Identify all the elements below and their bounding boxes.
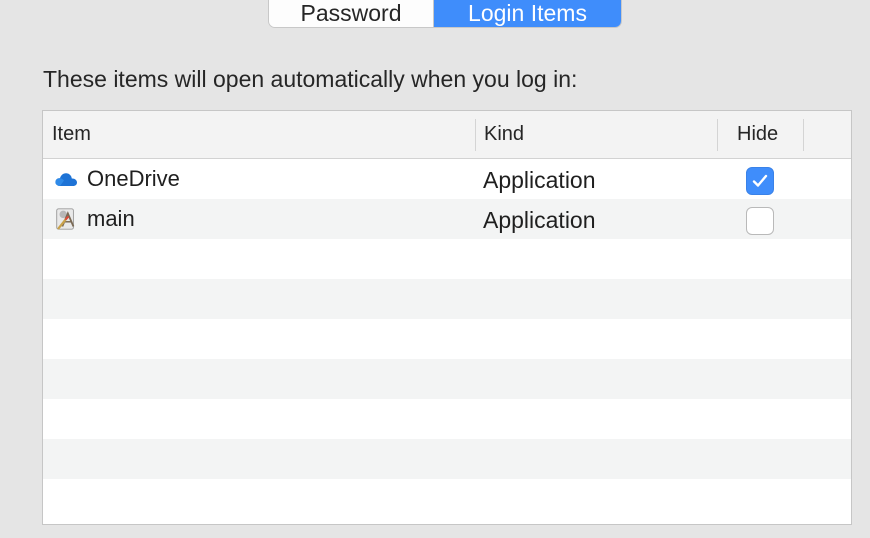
login-items-table[interactable]: Item Kind Hide OneDrive Application main… [42, 110, 852, 525]
empty-row [43, 359, 851, 399]
item-kind: Application [483, 167, 596, 193]
column-divider[interactable] [803, 119, 804, 151]
table-row[interactable]: main Application [43, 199, 851, 239]
item-cell: main [53, 199, 135, 239]
hide-checkbox-cell [746, 207, 774, 235]
tab-login-items[interactable]: Login Items [434, 0, 621, 27]
item-cell: OneDrive [53, 159, 180, 199]
onedrive-cloud-icon [53, 166, 79, 192]
tab-password[interactable]: Password [269, 0, 434, 27]
item-name: OneDrive [87, 166, 180, 191]
login-items-pane: Password Login Items These items will op… [0, 0, 870, 538]
login-items-description: These items will open automatically when… [43, 66, 578, 92]
segmented-tab-control: Password Login Items [269, 0, 621, 27]
script-app-icon [53, 206, 79, 232]
empty-row [43, 239, 851, 279]
table-header: Item Kind Hide [43, 111, 851, 159]
empty-row [43, 479, 851, 519]
empty-row [43, 319, 851, 359]
empty-row [43, 279, 851, 319]
hide-checkbox-cell [746, 167, 774, 195]
table-body: OneDrive Application main Application [43, 159, 851, 519]
empty-row [43, 439, 851, 479]
checkmark-icon [752, 174, 768, 187]
column-divider[interactable] [475, 119, 476, 151]
column-header-item[interactable]: Item [52, 111, 91, 159]
empty-row [43, 399, 851, 439]
item-kind: Application [483, 207, 596, 233]
column-divider[interactable] [717, 119, 718, 151]
column-header-kind[interactable]: Kind [484, 111, 524, 159]
table-row[interactable]: OneDrive Application [43, 159, 851, 199]
item-name: main [87, 206, 135, 231]
column-header-hide[interactable]: Hide [737, 111, 778, 159]
hide-checkbox[interactable] [746, 167, 774, 195]
hide-checkbox[interactable] [746, 207, 774, 235]
